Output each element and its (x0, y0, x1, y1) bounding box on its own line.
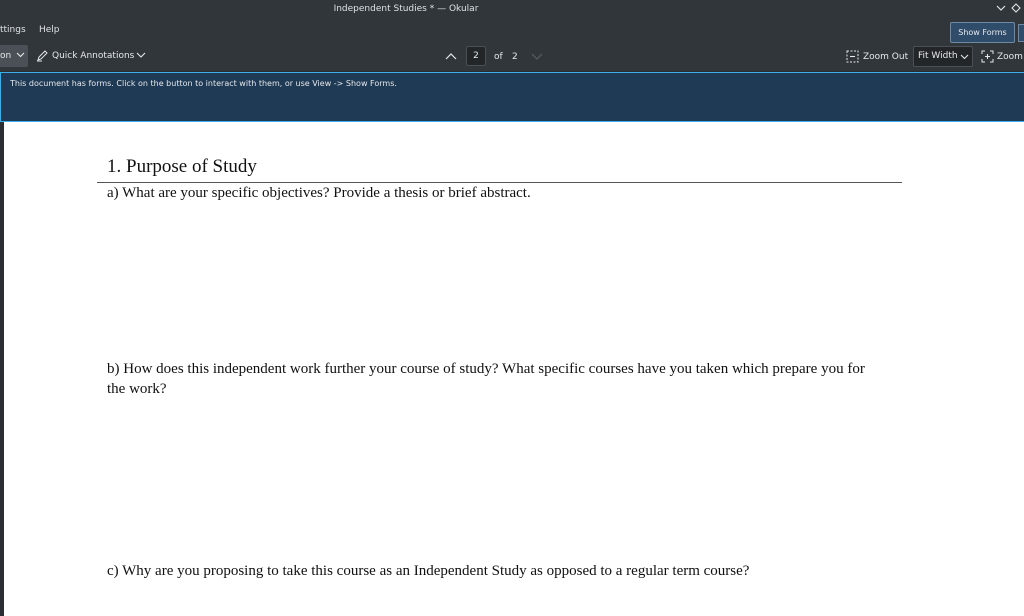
zoom-mode-select[interactable]: Fit Width (913, 46, 973, 67)
question-b: b) How does this independent work furthe… (107, 361, 865, 397)
next-page-button[interactable] (531, 50, 543, 62)
mode-dropdown-button[interactable]: on (0, 45, 28, 67)
window-title: Independent Studies * — Okular (333, 4, 479, 14)
maximize-button[interactable] (1010, 3, 1022, 16)
zoom-out-label: Zoom Out (863, 52, 909, 62)
question-a: a) What are your specific objectives? Pr… (107, 185, 531, 201)
menu-bar: ttings Help (0, 20, 1024, 41)
zoom-in-button[interactable]: Zoom (981, 49, 1024, 65)
chevron-down-icon (136, 52, 146, 58)
show-forms-button[interactable]: Show Forms (950, 22, 1015, 43)
zoom-out-icon (846, 50, 859, 63)
title-bar: Independent Studies * — Okular (0, 0, 1024, 20)
chevron-down-icon (996, 5, 1006, 11)
close-info-bar-button[interactable] (1018, 24, 1024, 42)
zoom-in-icon (981, 50, 994, 63)
question-c: c) Why are you proposing to take this co… (107, 563, 750, 579)
chevron-up-icon (445, 53, 457, 60)
chevron-down-icon (531, 53, 543, 60)
minimize-button[interactable] (995, 3, 1007, 16)
show-forms-label: Show Forms (958, 28, 1007, 37)
document-viewport[interactable]: 1. Purpose of Study a) What are your spe… (0, 122, 1024, 616)
quick-annotations-button[interactable]: Quick Annotations (34, 45, 146, 67)
forms-info-bar: This document has forms. Click on the bu… (0, 72, 1024, 122)
document-page: 1. Purpose of Study a) What are your spe… (4, 122, 1024, 616)
menu-help[interactable]: Help (39, 25, 60, 35)
forms-info-message: This document has forms. Click on the bu… (10, 79, 397, 88)
zoom-mode-value: Fit Width (918, 51, 958, 61)
chevron-down-icon (16, 52, 25, 58)
menu-settings[interactable]: ttings (0, 25, 26, 35)
page-of-label: of (494, 52, 503, 62)
section-heading: 1. Purpose of Study (107, 156, 257, 177)
pen-annotate-icon (37, 50, 48, 62)
page-number-input[interactable]: 2 (466, 46, 486, 66)
mode-label: on (0, 51, 12, 61)
diamond-icon (1011, 3, 1021, 13)
chevron-down-icon (960, 54, 969, 60)
previous-page-button[interactable] (444, 45, 458, 67)
quick-annotations-label: Quick Annotations (52, 51, 135, 61)
page-total-label: 2 (512, 52, 518, 62)
zoom-in-label: Zoom (997, 52, 1023, 62)
zoom-out-button[interactable]: Zoom Out (846, 49, 910, 65)
